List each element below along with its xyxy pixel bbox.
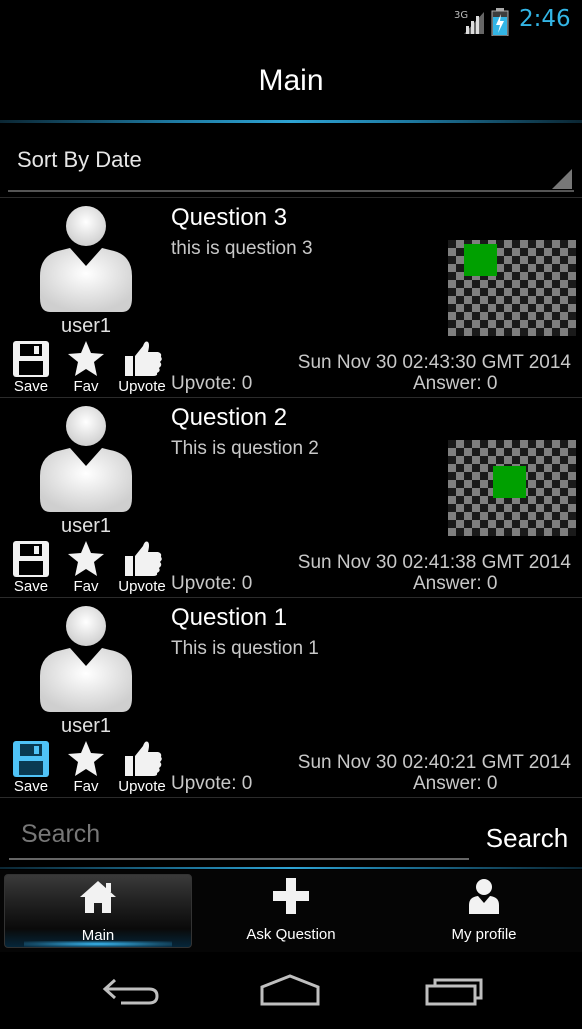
floppy-disk-icon: [13, 741, 49, 777]
save-button[interactable]: Save: [6, 340, 56, 396]
save-button[interactable]: Save: [6, 540, 56, 596]
favorite-button[interactable]: Fav: [61, 340, 111, 396]
tab-bar-divider: [0, 867, 582, 869]
thumbs-up-icon: [125, 541, 162, 576]
question-title[interactable]: Question 1: [171, 604, 287, 632]
question-title[interactable]: Question 3: [171, 204, 287, 232]
question-row[interactable]: user1 Question 1 This is question 1 Sun …: [0, 598, 582, 798]
back-icon[interactable]: [91, 970, 171, 1010]
tab-main-label: Main: [81, 927, 115, 944]
question-body: this is question 3: [171, 238, 313, 259]
status-time: 2:46: [519, 6, 571, 32]
upvote-button[interactable]: Upvote: [117, 340, 167, 396]
list-divider: [0, 797, 582, 798]
tab-bar: Main Ask Question My profile: [0, 870, 582, 952]
action-bar: Main: [0, 44, 582, 122]
signal-3g-icon: 3G: [454, 10, 484, 34]
save-label: Save: [13, 578, 49, 595]
question-body: This is question 2: [171, 438, 319, 459]
username: user1: [60, 715, 112, 737]
favorite-button[interactable]: Fav: [61, 540, 111, 596]
upvote-label: Upvote: [118, 778, 166, 795]
avatar-icon: [40, 206, 132, 312]
upvote-count: Upvote: 0: [171, 373, 253, 394]
fav-label: Fav: [73, 378, 99, 395]
avatar-icon: [40, 406, 132, 512]
thumbs-up-icon: [125, 341, 162, 376]
floppy-disk-icon: [13, 541, 49, 577]
thumbs-up-icon: [125, 741, 162, 776]
upvote-button[interactable]: Upvote: [117, 540, 167, 596]
question-image[interactable]: [448, 240, 576, 336]
question-title[interactable]: Question 2: [171, 404, 287, 432]
answer-count: Answer: 0: [413, 773, 498, 794]
favorite-button[interactable]: Fav: [61, 740, 111, 796]
upvote-count: Upvote: 0: [171, 773, 253, 794]
upvote-label: Upvote: [118, 578, 166, 595]
tab-my-profile-label: My profile: [451, 926, 517, 943]
upvote-button[interactable]: Upvote: [117, 740, 167, 796]
sort-spinner[interactable]: Sort By Date: [8, 138, 574, 192]
tab-main[interactable]: Main: [4, 874, 192, 948]
search-button[interactable]: Search: [474, 816, 580, 860]
sort-label: Sort By Date: [17, 147, 142, 172]
home-icon: [80, 881, 116, 913]
question-row[interactable]: user1 Question 3 this is question 3 Sun …: [0, 198, 582, 398]
tab-ask-question[interactable]: Ask Question: [196, 874, 386, 948]
floppy-disk-icon: [13, 341, 49, 377]
recent-apps-icon[interactable]: [413, 970, 493, 1010]
page-title: Main: [258, 64, 324, 97]
question-image[interactable]: [448, 440, 576, 536]
title-divider: [0, 120, 582, 123]
star-icon: [68, 541, 104, 576]
question-row[interactable]: user1 Question 2 This is question 2 Sun …: [0, 398, 582, 598]
user-icon: [469, 879, 499, 914]
upvote-label: Upvote: [118, 378, 166, 395]
star-icon: [68, 741, 104, 776]
status-bar: 3G 2:46: [0, 0, 582, 44]
question-date: Sun Nov 30 02:43:30 GMT 2014: [297, 352, 571, 373]
home-nav-icon[interactable]: [250, 970, 330, 1010]
search-input[interactable]: [9, 810, 469, 860]
save-label: Save: [13, 778, 49, 795]
question-date: Sun Nov 30 02:41:38 GMT 2014: [297, 552, 571, 573]
save-label: Save: [13, 378, 49, 395]
username: user1: [60, 315, 112, 337]
tab-my-profile[interactable]: My profile: [390, 874, 578, 948]
plus-icon: [273, 878, 309, 914]
avatar-icon: [40, 606, 132, 712]
answer-count: Answer: 0: [413, 373, 498, 394]
answer-count: Answer: 0: [413, 573, 498, 594]
star-icon: [68, 341, 104, 376]
tab-ask-question-label: Ask Question: [246, 926, 336, 943]
save-button[interactable]: Save: [6, 740, 56, 796]
upvote-count: Upvote: 0: [171, 573, 253, 594]
fav-label: Fav: [73, 778, 99, 795]
dropdown-arrow-icon: [552, 169, 572, 189]
question-body: This is question 1: [171, 638, 319, 659]
system-nav-bar: [0, 952, 582, 1029]
username: user1: [60, 515, 112, 537]
battery-charging-icon: [491, 8, 509, 36]
fav-label: Fav: [73, 578, 99, 595]
question-date: Sun Nov 30 02:40:21 GMT 2014: [297, 752, 571, 773]
network-type-label: 3G: [454, 10, 468, 21]
